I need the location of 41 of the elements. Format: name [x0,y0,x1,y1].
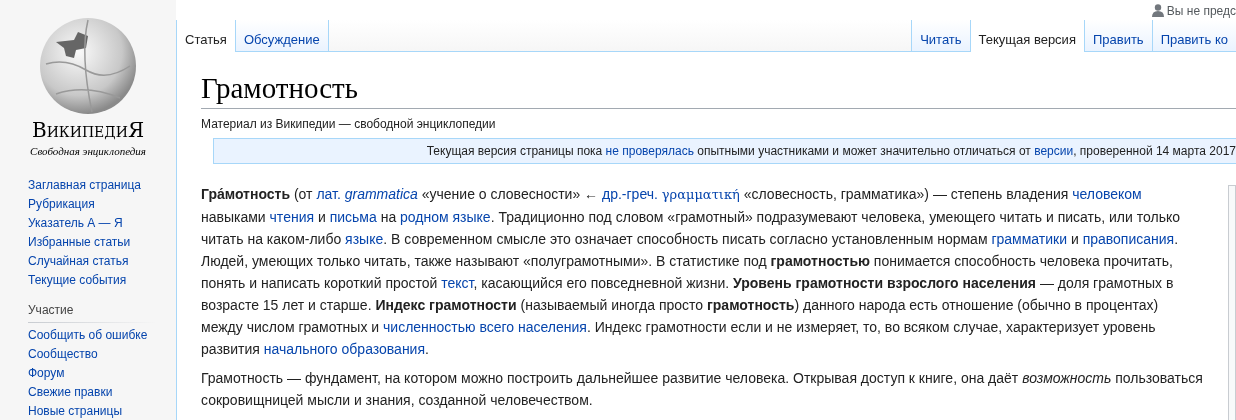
page-tab[interactable]: Читать [911,20,970,52]
inline-link[interactable]: родном языке [400,209,491,225]
article-title: Грамотность [201,70,1236,109]
article-subtitle: Материал из Википедии — свободной энциклопедии [201,116,496,133]
sidebar-link[interactable]: Новые страницы [28,401,123,420]
page-tab[interactable]: Править [1083,20,1152,52]
user-icon [1151,4,1164,17]
article-paragraph: Гра́мотность (от лат. grammatica «учение о словесности» ← др.-греч. γραμματική «словесность, грамматика») — степень владения человеком навыками чтения и письма на родном языке. Традиционно под словом «грамотный» подразумевают человека, умеющего читать и писать, или только читать на каком-либо языке. В современном смысле это означает способность писать согласно установленным нормам грамматики и правописания. Людей, умеющих только читать, также называют «полуграмотными». В статистике под грамотностью понимается способность человека прочитать, понять и написать короткий простой текст, касающийся его повседневной жизни. Уровень грамотности взрослого населения — доля грамотных в возрасте 15 лет и старше. Индекс грамотности (называемый иногда просто грамотность) данного народа есть отношение (обычно в процентах) между числом грамотных и численностью всего населения. Индекс грамотности если и не измеряет, то, во всяком случае, характеризует уровень развития начального образования. [201,185,1181,359]
sidebar-link[interactable]: Избранные статьи [28,232,131,252]
inline-link[interactable]: лат. [316,186,341,202]
page-tab[interactable]: Текущая версия [969,20,1084,52]
sidebar-link[interactable]: Указатель А — Я [28,213,123,233]
inline-link[interactable]: человеком [1072,186,1142,202]
notice-text: Текущая версия страницы пока не проверялась опытными участниками и может значительно отличаться от версии, проверенной 14 марта 2017 [426,143,1236,160]
inline-link[interactable]: языке [345,231,384,247]
inline-link[interactable]: начального образования [263,341,425,357]
inline-link[interactable]: численностью всего населения [383,319,587,335]
inline-link[interactable]: письма [329,209,377,225]
inline-link[interactable]: чтения [269,209,315,225]
inline-link[interactable]: γραμματική [661,187,740,202]
inline-link[interactable]: не проверялась [605,144,694,158]
article-paragraph: Грамотность — фундамент, на котором можно построить дальнейшее развитие человека. Открывая доступ к книге, она даёт возможность пользоваться сокровищницей мысли и знания, созданной человечеством. [201,369,1203,410]
sidebar-link[interactable]: Рубрикация [28,194,95,214]
page-tab[interactable]: Обсуждение [234,20,328,52]
sidebar-link[interactable]: Заглавная страница [28,175,141,195]
page-tab[interactable]: Статья [176,20,235,52]
sidebar-link[interactable]: Сообщить об ошибке [28,325,148,345]
sidebar-link[interactable]: Сообщество [28,344,98,364]
inline-link[interactable]: др.-греч. [602,186,658,202]
inline-link[interactable]: grammatica [344,186,418,202]
sidebar-link[interactable]: Форум [28,363,65,383]
sidebar-link[interactable]: Свежие правки [28,382,113,402]
page-tab[interactable]: Править ко [1151,20,1236,52]
inline-link[interactable]: правописания [1082,231,1175,247]
inline-link[interactable]: грамматики [991,231,1067,247]
sidebar-heading: Участие [28,301,74,319]
user-status[interactable]: Вы не предс [1166,2,1236,20]
tagline: Свободная энциклопедия [30,144,146,159]
sidebar-link[interactable]: Случайная статья [28,251,129,271]
wordmark: ВикипедиЯ [31,118,145,143]
sidebar-link[interactable]: Текущие события [28,270,127,290]
